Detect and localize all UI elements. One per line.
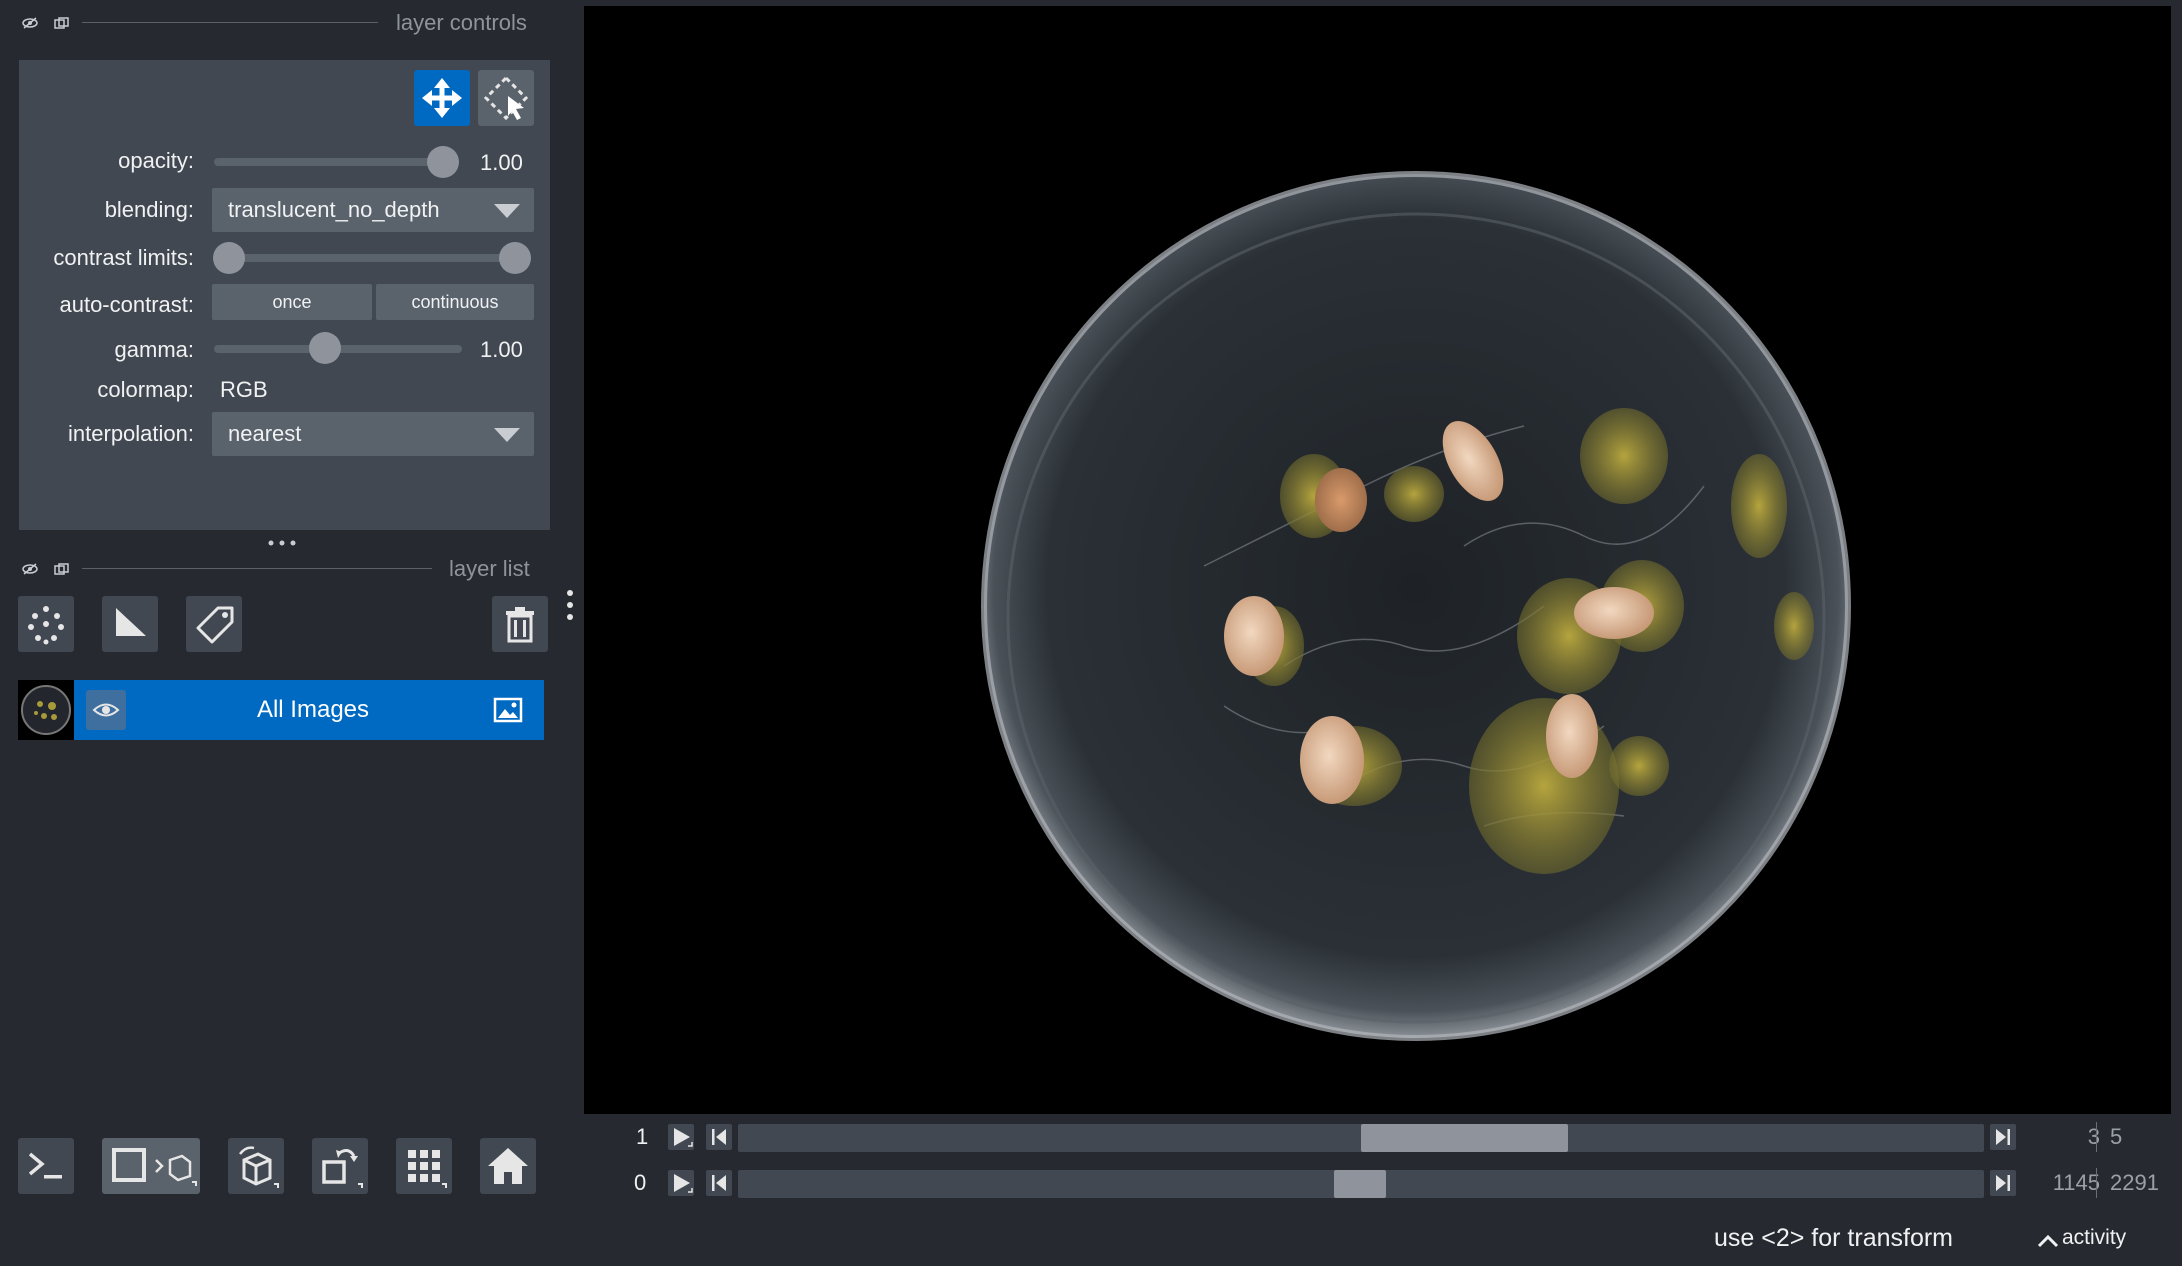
auto-contrast-once-button[interactable]: once xyxy=(212,284,372,320)
move-arrows-icon xyxy=(422,78,462,118)
new-labels-layer-button[interactable] xyxy=(186,596,242,652)
contrast-min-handle[interactable] xyxy=(213,242,245,274)
label-tag-icon xyxy=(196,606,234,644)
skip-back-icon xyxy=(712,1175,726,1191)
activity-label: activity xyxy=(2062,1226,2127,1249)
trash-icon xyxy=(506,607,534,643)
step-back-button[interactable] xyxy=(706,1124,732,1150)
gamma-value[interactable]: 1.00 xyxy=(480,337,523,363)
opacity-value[interactable]: 1.00 xyxy=(480,150,523,176)
reset-view-button[interactable] xyxy=(480,1138,536,1194)
chevron-down-icon xyxy=(494,428,520,442)
transpose-dimensions-button[interactable] xyxy=(312,1138,368,1194)
grid-icon xyxy=(408,1150,447,1188)
contrast-max-handle[interactable] xyxy=(499,242,531,274)
new-points-layer-button[interactable] xyxy=(18,596,74,652)
layer-thumbnail xyxy=(18,680,74,740)
contrast-limits-label: contrast limits: xyxy=(53,245,194,270)
panel-menu-handle[interactable] xyxy=(563,588,577,624)
layer-visibility-toggle[interactable] xyxy=(86,690,126,730)
header-divider xyxy=(82,22,378,23)
dim-value-divider xyxy=(2096,1168,2097,1198)
dim-current-value[interactable]: 3 xyxy=(2060,1124,2100,1150)
pan-zoom-button[interactable] xyxy=(414,70,470,126)
eye-toggle-icon[interactable] xyxy=(22,16,38,29)
2d-3d-toggle-icon xyxy=(112,1148,197,1186)
contrast-limits-slider[interactable] xyxy=(216,254,516,262)
opacity-label: opacity: xyxy=(118,148,194,173)
opacity-slider[interactable] xyxy=(214,158,458,166)
select-transform-icon xyxy=(483,75,529,121)
toggle-ndisplay-button[interactable] xyxy=(102,1138,200,1194)
skip-forward-icon xyxy=(1996,1129,2010,1145)
auto-contrast-continuous-button[interactable]: continuous xyxy=(376,284,534,320)
blending-select[interactable]: translucent_no_depth xyxy=(212,188,534,232)
layer-list-item[interactable]: All Images xyxy=(18,680,544,740)
console-button[interactable] xyxy=(18,1138,74,1194)
float-panel-icon[interactable] xyxy=(54,562,70,575)
play-icon xyxy=(674,1174,693,1193)
more-vertical-icon xyxy=(567,590,573,620)
petri-dish-image xyxy=(981,171,1851,1041)
new-shapes-layer-button[interactable] xyxy=(102,596,158,652)
dim-value-divider xyxy=(2096,1122,2097,1152)
home-icon xyxy=(488,1148,528,1184)
blending-label: blending: xyxy=(104,197,194,222)
interpolation-value: nearest xyxy=(228,421,302,446)
transpose-icon xyxy=(322,1149,363,1188)
colormap-value: RGB xyxy=(220,377,268,402)
interpolation-select[interactable]: nearest xyxy=(212,412,534,456)
auto-contrast-label: auto-contrast: xyxy=(59,292,194,317)
roll-dimensions-button[interactable] xyxy=(228,1138,284,1194)
step-back-button[interactable] xyxy=(706,1170,732,1196)
terminal-icon xyxy=(28,1152,62,1179)
splitter-handle[interactable] xyxy=(266,536,298,548)
play-button[interactable] xyxy=(668,1124,694,1150)
play-button[interactable] xyxy=(668,1170,694,1196)
eye-toggle-icon[interactable] xyxy=(22,562,38,575)
transform-button[interactable] xyxy=(478,70,534,126)
skip-back-icon xyxy=(712,1129,726,1145)
dim-axis-label: 1 xyxy=(636,1124,649,1149)
shapes-icon xyxy=(116,608,146,636)
more-horizontal-icon xyxy=(268,540,296,546)
grid-view-button[interactable] xyxy=(396,1138,452,1194)
layer-name[interactable]: All Images xyxy=(138,680,488,740)
header-divider xyxy=(82,568,432,569)
opacity-slider-handle[interactable] xyxy=(427,146,459,178)
dim-axis-label: 0 xyxy=(634,1170,647,1195)
float-panel-icon[interactable] xyxy=(54,16,70,29)
interpolation-label: interpolation: xyxy=(68,421,194,446)
step-forward-button[interactable] xyxy=(1990,1170,2016,1196)
skip-forward-icon xyxy=(1996,1175,2010,1191)
blending-value: translucent_no_depth xyxy=(228,197,440,222)
step-forward-button[interactable] xyxy=(1990,1124,2016,1150)
status-message: use <2> for transform xyxy=(1714,1224,1954,1252)
points-icon xyxy=(28,606,64,645)
dim-current-value[interactable]: 1145 xyxy=(2030,1170,2100,1196)
colormap-label: colormap: xyxy=(97,377,194,402)
gamma-slider-handle[interactable] xyxy=(309,332,341,364)
play-icon xyxy=(674,1128,693,1147)
activity-toggle[interactable]: activity xyxy=(2034,1226,2174,1254)
delete-layer-button[interactable] xyxy=(492,596,548,652)
gamma-label: gamma: xyxy=(114,337,194,362)
chevron-up-icon xyxy=(2037,1234,2059,1248)
viewer-canvas[interactable] xyxy=(584,6,2171,1114)
layer-controls-title: layer controls xyxy=(396,10,527,35)
dim-slider-thumb[interactable] xyxy=(1361,1124,1568,1152)
chevron-down-icon xyxy=(494,204,520,218)
layer-list-title: layer list xyxy=(449,556,530,581)
roll-cube-icon xyxy=(239,1146,279,1188)
eye-icon xyxy=(92,703,120,717)
dim-total-value: 5 xyxy=(2110,1124,2123,1149)
dim-total-value: 2291 xyxy=(2110,1170,2159,1195)
image-layer-icon xyxy=(492,694,524,726)
dim-slider-thumb[interactable] xyxy=(1334,1170,1386,1198)
